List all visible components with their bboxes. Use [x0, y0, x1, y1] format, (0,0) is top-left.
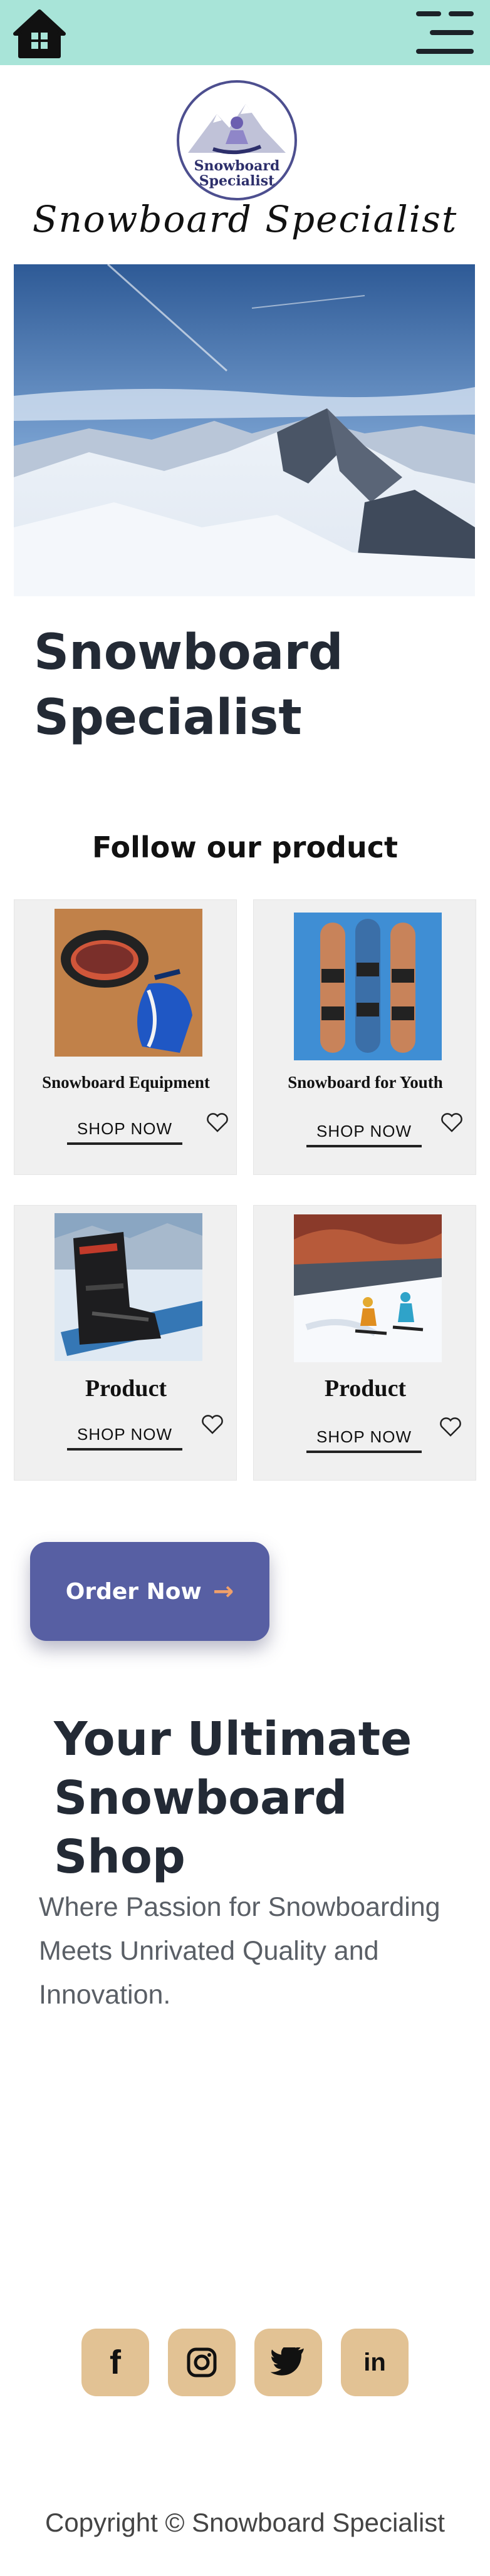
intro-title: Your Ultimate Snowboard Shop — [54, 1710, 480, 1886]
menu-icon-bar-top-right — [449, 11, 474, 16]
shop-now-link[interactable]: SHOP NOW — [67, 1119, 182, 1145]
order-now-button[interactable]: Order Now → — [30, 1542, 269, 1641]
instagram-button[interactable] — [168, 2329, 236, 2396]
menu-icon-bar-bottom — [416, 49, 474, 54]
intro-tagline: Where Passion for Snowboarding Meets Unr… — [39, 1892, 440, 2010]
linkedin-button[interactable]: in — [341, 2329, 409, 2396]
product-card[interactable]: Snowboard for Youth SHOP NOW — [253, 899, 476, 1175]
hero-title-line1: Snowboard — [34, 624, 343, 681]
menu-icon-bar-top — [416, 11, 441, 16]
home-icon — [13, 9, 66, 58]
instagram-icon — [187, 2347, 217, 2377]
product-name: Snowboard for Youth — [288, 1073, 443, 1092]
order-now-label: Order Now — [65, 1578, 202, 1605]
home-button[interactable] — [13, 9, 66, 59]
linkedin-icon: in — [363, 2348, 386, 2376]
product-image-equipment[interactable] — [55, 909, 202, 1057]
twitter-icon — [271, 2347, 304, 2376]
product-card[interactable]: Snowboard Equipment SHOP NOW — [14, 899, 237, 1175]
heart-icon[interactable] — [201, 1414, 224, 1435]
logo-text-line2: Specialist — [199, 173, 275, 189]
product-name: Product — [85, 1375, 167, 1402]
shop-now-link[interactable]: SHOP NOW — [67, 1425, 182, 1451]
product-card[interactable]: Product SHOP NOW — [14, 1205, 237, 1481]
heart-icon[interactable] — [206, 1112, 229, 1133]
twitter-button[interactable] — [254, 2329, 322, 2396]
shop-now-link[interactable]: SHOP NOW — [306, 1122, 422, 1147]
product-card[interactable]: Product SHOP NOW — [253, 1205, 476, 1481]
hero-image — [14, 264, 475, 596]
shop-now-link[interactable]: SHOP NOW — [306, 1427, 422, 1453]
brand-logo[interactable]: Snowboard Specialist — [175, 79, 298, 202]
hero-title: Snowboard Specialist — [34, 620, 422, 750]
heart-icon[interactable] — [440, 1112, 463, 1133]
product-image-boots[interactable] — [55, 1213, 202, 1361]
facebook-button[interactable]: f — [81, 2329, 149, 2396]
product-image-riders[interactable] — [294, 1214, 442, 1362]
copyright-text: Copyright © Snowboard Specialist — [45, 2508, 445, 2537]
menu-icon-bar-middle — [430, 30, 474, 35]
hero-title-line2: Specialist — [34, 690, 302, 746]
intro-title-line2: Snowboard Shop — [54, 1771, 348, 1884]
arrow-right-icon: → — [212, 1577, 234, 1606]
intro-title-line1: Your Ultimate — [54, 1712, 412, 1766]
menu-button[interactable] — [416, 9, 474, 56]
heart-icon[interactable] — [439, 1416, 462, 1437]
products-section-title: Follow our product — [91, 830, 398, 864]
top-bar — [0, 0, 490, 65]
facebook-icon: f — [110, 2344, 121, 2381]
product-name: Product — [324, 1375, 407, 1402]
brand-name: Snowboard Specialist — [32, 198, 458, 241]
product-name: Snowboard Equipment — [42, 1073, 210, 1092]
product-image-youth[interactable] — [294, 913, 442, 1060]
logo-text-line1: Snowboard — [194, 158, 280, 174]
